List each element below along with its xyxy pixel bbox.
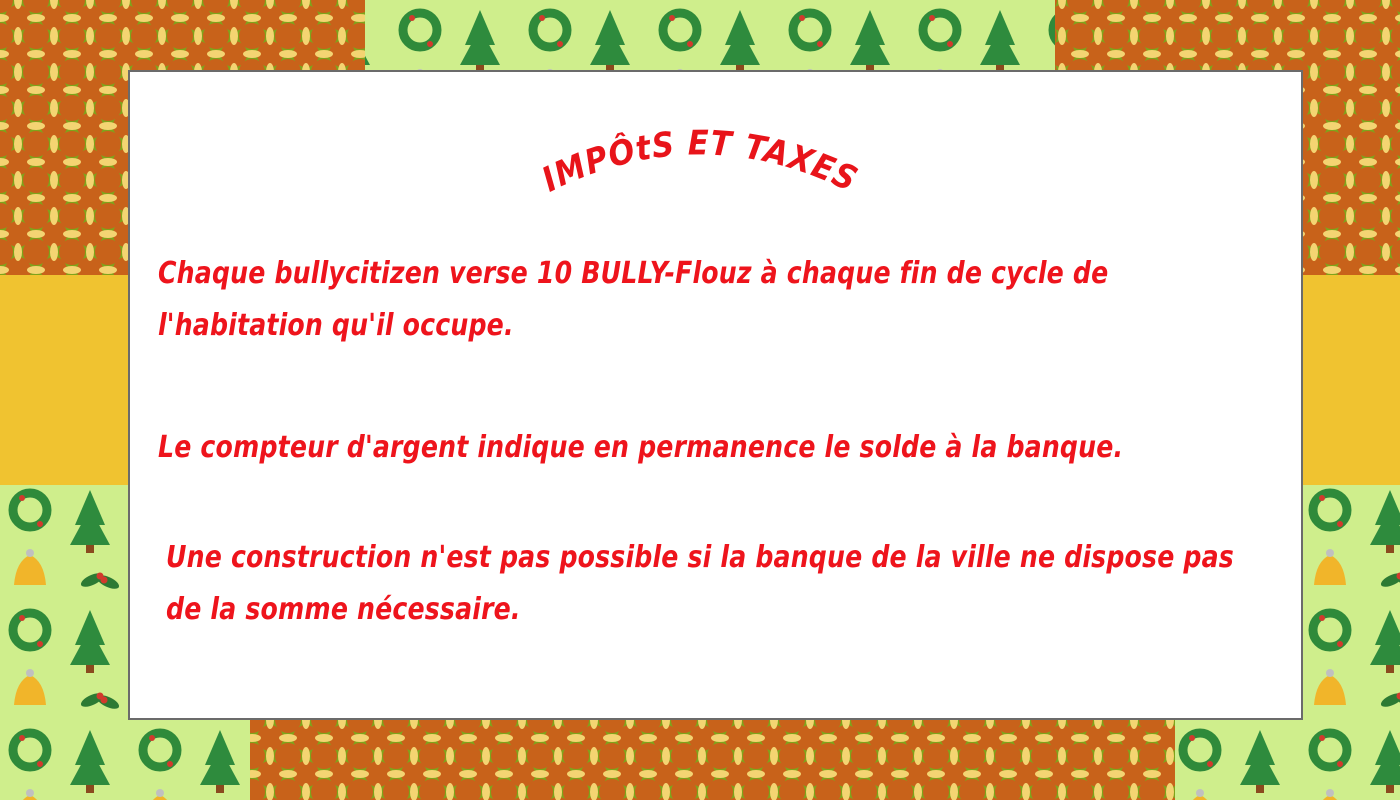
p2-line1: Le compteur d'argent indique en permanen… [158,430,1124,465]
info-panel: IMPÔtS ET TAXES Chaque bullycitizen vers… [128,70,1303,720]
title-text: IMPÔtS ET TAXES [536,123,864,200]
p3-line1: Une construction n'est pas possible si l… [166,540,1234,575]
p1-line1: Chaque bullycitizen verse 10 BULLY-Flouz… [158,256,1109,291]
paragraph-construction-rule: Une construction n'est pas possible si l… [166,532,1234,636]
p3-line2: de la somme nécessaire. [166,592,521,627]
paragraph-balance-counter: Le compteur d'argent indique en permanen… [158,422,1123,474]
page-title: IMPÔtS ET TAXES [536,123,864,200]
p1-line2: l'habitation qu'il occupe. [158,308,514,343]
paragraph-tax-rule: Chaque bullycitizen verse 10 BULLY-Flouz… [158,248,1108,352]
